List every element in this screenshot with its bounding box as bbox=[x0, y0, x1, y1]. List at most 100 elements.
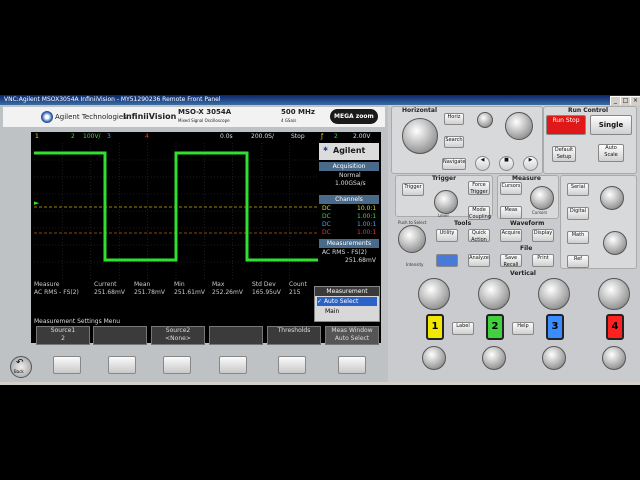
channel-coupling: DC bbox=[322, 229, 331, 236]
ch3-position-knob[interactable] bbox=[542, 346, 566, 370]
softkey-3[interactable]: Source2 <None> bbox=[151, 326, 205, 345]
serial-button[interactable]: Serial bbox=[567, 183, 589, 196]
ch3-scale-knob[interactable] bbox=[538, 278, 570, 310]
ch2-ground-marker: ► bbox=[34, 199, 40, 207]
measurements-header: Measurements bbox=[319, 239, 379, 248]
model-sub-label: Mixed Signal Oscilloscope bbox=[178, 118, 230, 123]
label-button[interactable]: Label bbox=[452, 322, 474, 335]
mode-coupling-button[interactable]: Mode Coupling bbox=[468, 206, 491, 220]
meas-header-mean: Mean bbox=[134, 281, 151, 288]
run-state: Stop bbox=[291, 133, 305, 140]
run-stop-button[interactable]: Run Stop bbox=[546, 115, 586, 135]
meas-window-popup[interactable]: Measurement Window ✓ Auto Select Main bbox=[314, 286, 380, 322]
digital-button[interactable]: Digital bbox=[567, 207, 589, 220]
display-button[interactable]: Display bbox=[532, 229, 554, 242]
help-active-button[interactable] bbox=[436, 254, 458, 267]
channel-4-button[interactable]: 4 bbox=[606, 314, 624, 340]
back-button[interactable]: ↶ Back bbox=[10, 356, 32, 378]
force-trigger-button[interactable]: Force Trigger bbox=[468, 181, 490, 195]
softkey-4[interactable] bbox=[209, 326, 263, 345]
softkey-3-button[interactable] bbox=[163, 356, 191, 374]
zoom-icon[interactable] bbox=[477, 112, 493, 128]
timebase-readout: 200.0S/ bbox=[251, 133, 275, 140]
softkey-label: Thresholds bbox=[277, 327, 311, 334]
meas-cell: AC RMS - FS(2) bbox=[34, 289, 79, 296]
ch2-scale-knob[interactable] bbox=[478, 278, 510, 310]
ch3-indicator: 3 bbox=[107, 133, 111, 140]
meas-cell: 251.78mV bbox=[134, 289, 165, 296]
digital-scale-knob[interactable] bbox=[600, 186, 624, 210]
acquire-button[interactable]: Acquire bbox=[500, 229, 522, 242]
meas-cell: 252.26mV bbox=[212, 289, 243, 296]
channel-probe-ratio: 1.00:1 bbox=[357, 213, 377, 220]
trigger-level: 2.00V bbox=[353, 133, 371, 140]
softkey-5-button[interactable] bbox=[278, 356, 306, 374]
popup-item-auto-select[interactable]: ✓ Auto Select bbox=[317, 297, 377, 306]
nav-stop-button[interactable]: ■ bbox=[499, 156, 514, 171]
acq-mode: Normal bbox=[339, 172, 361, 179]
analyze-button[interactable]: Analyze bbox=[468, 254, 490, 267]
auto-scale-button[interactable]: Auto Scale bbox=[598, 144, 624, 162]
agilent-logo-icon bbox=[41, 111, 53, 123]
single-button[interactable]: Single bbox=[590, 115, 632, 135]
ch1-position-knob[interactable] bbox=[422, 346, 446, 370]
softkey-1-button[interactable] bbox=[53, 356, 81, 374]
agilent-spark-icon: ✱ bbox=[323, 146, 329, 153]
popup-item-main[interactable]: Main bbox=[325, 307, 339, 316]
meas-button[interactable]: Meas bbox=[500, 206, 522, 219]
softkey-2-button[interactable] bbox=[108, 356, 136, 374]
softkey-6-button[interactable] bbox=[338, 356, 366, 374]
utility-button[interactable]: Utility bbox=[436, 229, 458, 242]
nav-back-button[interactable]: ◀ bbox=[475, 156, 490, 171]
help-button[interactable]: Help bbox=[512, 322, 534, 335]
channel-3-button[interactable]: 3 bbox=[546, 314, 564, 340]
waveform-plot[interactable]: ► bbox=[34, 143, 318, 279]
model-label: MSO-X 3054A bbox=[178, 108, 232, 116]
softkey-value: 2 bbox=[61, 335, 65, 342]
ch2-position-knob[interactable] bbox=[482, 346, 506, 370]
navigate-button[interactable]: Navigate bbox=[442, 158, 466, 170]
push-to-select-label: Push to Select bbox=[398, 220, 427, 225]
channel-2-button[interactable]: 2 bbox=[486, 314, 504, 340]
bandwidth-label: 500 MHz bbox=[281, 108, 315, 116]
trigger-level-knob[interactable] bbox=[434, 190, 458, 214]
cursors-knob-label: Cursors bbox=[532, 210, 548, 215]
channel-1-button[interactable]: 1 bbox=[426, 314, 444, 340]
cursors-button[interactable]: Cursors bbox=[500, 182, 522, 195]
nav-forward-button[interactable]: ▶ bbox=[523, 156, 538, 171]
quick-action-button[interactable]: Quick Action bbox=[468, 229, 490, 243]
horizontal-position-knob[interactable] bbox=[505, 112, 533, 140]
ch4-position-knob[interactable] bbox=[602, 346, 626, 370]
softkey-label: Meas Window bbox=[331, 327, 373, 334]
channel-coupling: DC bbox=[322, 221, 331, 228]
window-titlebar[interactable]: VNC:Agilent MSOX3054A InfiniiVision - MY… bbox=[0, 95, 640, 106]
softkey-6[interactable]: Meas Window Auto Select bbox=[325, 326, 379, 345]
ch1-scale-knob[interactable] bbox=[418, 278, 450, 310]
save-recall-button[interactable]: Save Recall bbox=[500, 254, 522, 268]
measurement-table: Measure AC RMS - FS(2) Current 251.68mV Mean… bbox=[34, 280, 318, 320]
cursors-knob[interactable] bbox=[530, 186, 554, 210]
meas-header-current: Current bbox=[94, 281, 117, 288]
trigger-channel: 2 bbox=[334, 133, 338, 140]
ch2-scale: 100V/ bbox=[83, 133, 101, 140]
trigger-button[interactable]: Trigger bbox=[402, 183, 424, 196]
default-setup-button[interactable]: Default Setup bbox=[552, 146, 576, 162]
ch4-scale-knob[interactable] bbox=[598, 278, 630, 310]
entry-knob[interactable] bbox=[398, 225, 426, 253]
megazoom-text: MEGA zoom bbox=[334, 113, 374, 120]
channels-header: Channels bbox=[319, 195, 379, 204]
softkey-5[interactable]: Thresholds bbox=[267, 326, 321, 345]
digital-position-knob[interactable] bbox=[603, 231, 627, 255]
channel-probe-ratio: 1.00:1 bbox=[357, 221, 377, 228]
softkey-1[interactable]: Source1 2 bbox=[36, 326, 90, 345]
softkey-value: <None> bbox=[165, 335, 191, 342]
print-button[interactable]: Print bbox=[532, 254, 554, 267]
ref-button[interactable]: Ref bbox=[567, 255, 589, 268]
softkey-2[interactable] bbox=[93, 326, 147, 345]
softkey-4-button[interactable] bbox=[219, 356, 247, 374]
horiz-button[interactable]: Horiz bbox=[444, 113, 464, 125]
horizontal-scale-knob[interactable] bbox=[402, 118, 438, 154]
search-button[interactable]: Search bbox=[444, 136, 464, 148]
math-button[interactable]: Math bbox=[567, 231, 589, 244]
popup-item-label: Auto Select bbox=[323, 298, 359, 305]
